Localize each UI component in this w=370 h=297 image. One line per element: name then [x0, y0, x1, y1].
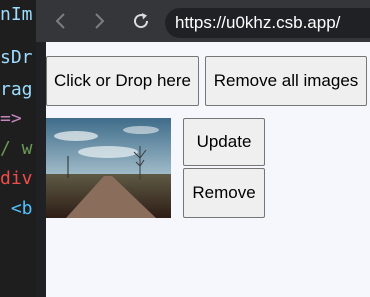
code-line: / w [0, 138, 33, 159]
image-thumbnail [46, 118, 171, 218]
code-editor-panel: nIm sDr rag => / w div <b [0, 0, 36, 297]
remove-all-button[interactable]: Remove all images [205, 56, 367, 106]
address-bar[interactable]: https://u0khz.csb.app/ [165, 8, 370, 38]
page-viewport: Click or Drop here Remove all images Upd… [46, 42, 370, 297]
code-line: nIm [0, 4, 33, 25]
code-line: <b [0, 198, 33, 219]
code-line: div [0, 168, 33, 189]
code-line: sDr [0, 47, 33, 68]
arrow-right-icon[interactable] [86, 8, 112, 34]
arrow-left-icon[interactable] [48, 8, 74, 34]
reload-icon[interactable] [128, 8, 154, 34]
browser-toolbar: https://u0khz.csb.app/ [36, 0, 370, 42]
upload-button[interactable]: Click or Drop here [46, 56, 199, 106]
browser-window: https://u0khz.csb.app/ Click or Drop her… [36, 0, 370, 297]
remove-button[interactable]: Remove [183, 168, 265, 218]
code-line: => [0, 108, 22, 129]
update-button[interactable]: Update [183, 118, 265, 166]
code-line: rag [0, 79, 33, 100]
